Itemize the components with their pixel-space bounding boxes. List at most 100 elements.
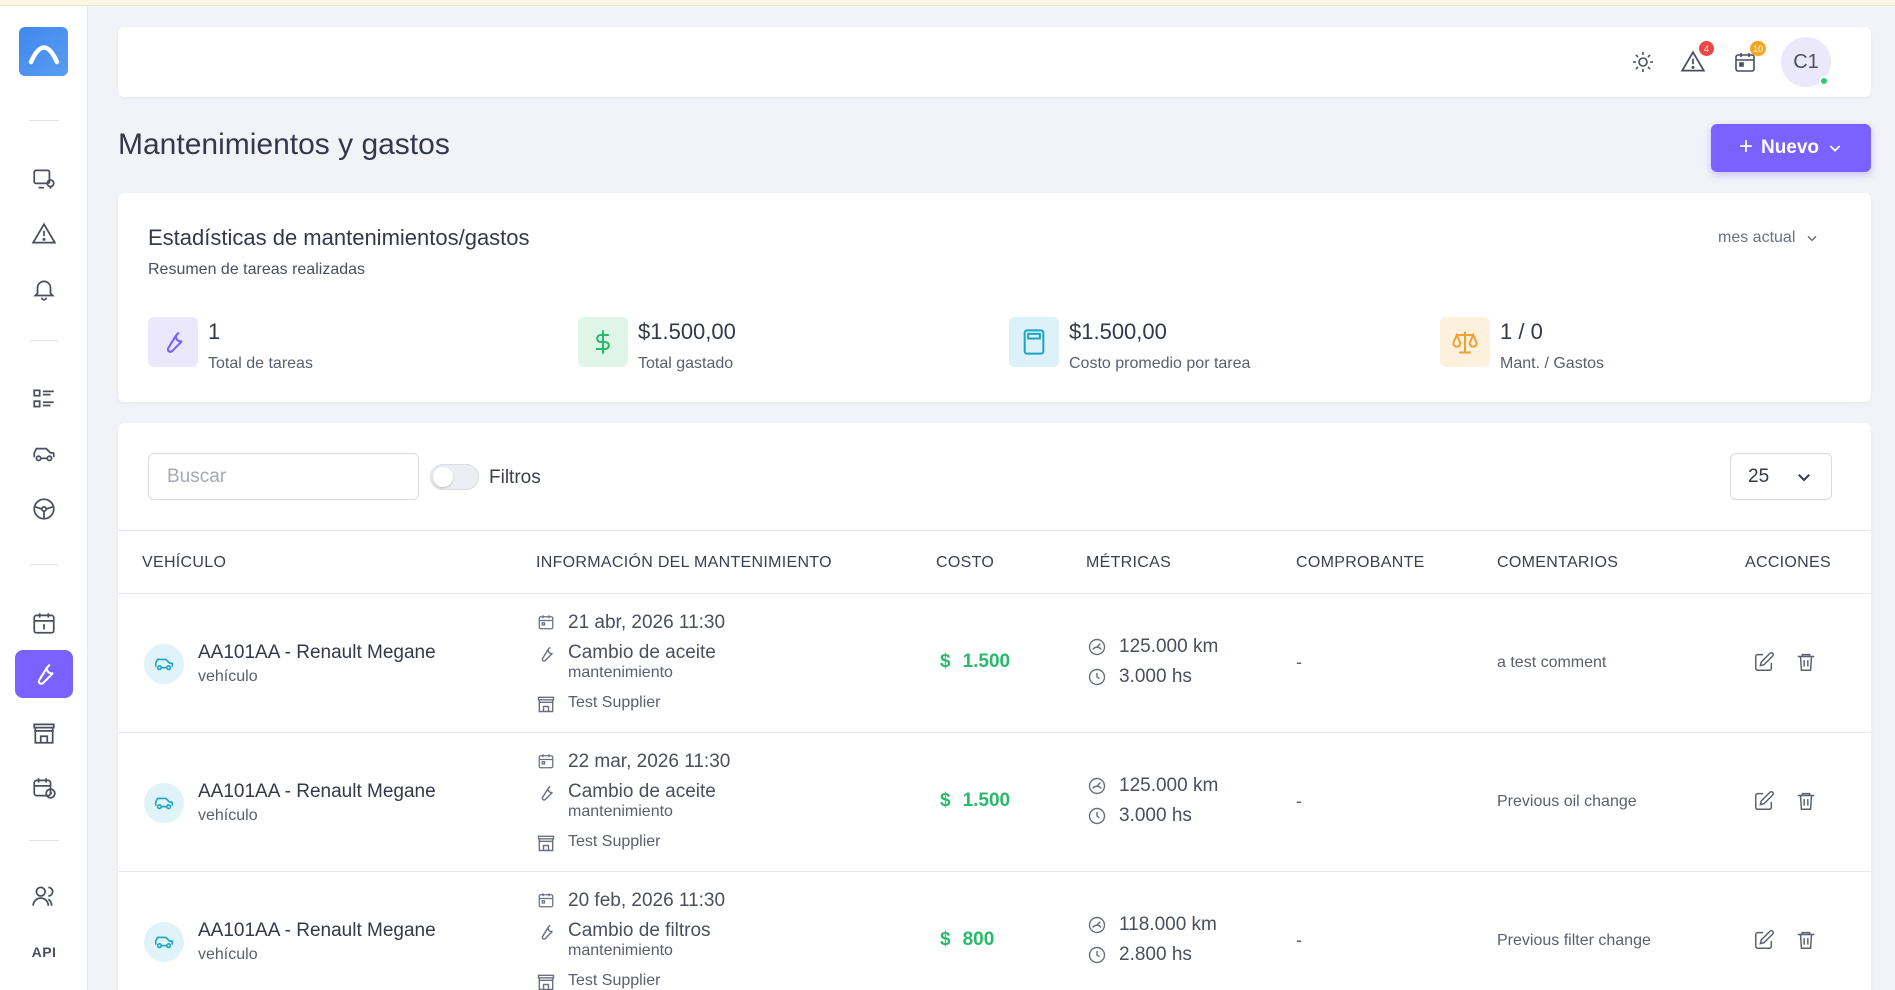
table-row: AA101AA - Renault Megane vehículo 20 feb, …	[118, 872, 1871, 990]
car-icon	[144, 783, 184, 823]
sidebar-item-notifications[interactable]	[15, 265, 73, 313]
edit-button[interactable]	[1751, 927, 1777, 953]
page-title: Mantenimientos y gastos	[118, 128, 450, 161]
sidebar-item-alerts[interactable]	[15, 210, 73, 258]
sidebar-item-users[interactable]	[15, 872, 73, 920]
app-logo[interactable]	[19, 27, 68, 76]
sidebar-item-calendar[interactable]	[15, 599, 73, 647]
odometer-icon	[1087, 776, 1107, 796]
col-metrics[interactable]: MÉTRICAS	[1086, 554, 1171, 572]
metric-km: 125.000 km	[1119, 775, 1219, 796]
sidebar-item-drivers[interactable]	[15, 485, 73, 533]
car-icon	[33, 447, 55, 462]
stats-card: Estadísticas de mantenimientos/gastos Re…	[118, 193, 1871, 402]
wrench-icon	[536, 783, 556, 803]
sidebar-item-vehicle-location[interactable]	[15, 155, 73, 203]
toggle-knob	[433, 467, 453, 487]
store-icon	[536, 833, 556, 853]
alerts-badge: 4	[1699, 41, 1714, 56]
wrench-icon	[536, 922, 556, 942]
chevron-down-icon	[1829, 145, 1841, 152]
sidebar-item-maintenance[interactable]	[15, 650, 73, 698]
metric-km: 118.000 km	[1119, 914, 1217, 935]
vehicle-name[interactable]: AA101AA - Renault Megane	[198, 920, 436, 942]
col-cost[interactable]: COSTO	[936, 554, 994, 572]
store-icon	[33, 723, 55, 744]
maintenance-category: mantenimiento	[568, 803, 673, 820]
sidebar-divider	[29, 340, 59, 341]
col-receipt[interactable]: COMPROBANTE	[1296, 554, 1425, 572]
col-comments[interactable]: COMENTARIOS	[1497, 554, 1618, 572]
vehicle-type: vehículo	[198, 946, 258, 963]
period-selector[interactable]: mes actual	[1718, 229, 1819, 247]
stat-label: Costo promedio por tarea	[1069, 355, 1251, 372]
theme-toggle-button[interactable]	[1628, 47, 1658, 77]
delete-button[interactable]	[1793, 788, 1819, 814]
clock-icon	[1087, 945, 1107, 965]
car-icon	[144, 644, 184, 684]
supplier-name: Test Supplier	[568, 833, 661, 850]
user-avatar[interactable]: C1	[1781, 37, 1831, 87]
table-row: AA101AA - Renault Megane vehículo 22 mar, …	[118, 733, 1871, 872]
filters-label: Filtros	[489, 467, 541, 488]
receipt-value: -	[1296, 652, 1302, 672]
delete-button[interactable]	[1793, 927, 1819, 953]
new-button-label: Nuevo	[1760, 137, 1820, 158]
calendar-icon	[536, 751, 556, 771]
steering-wheel-icon	[33, 498, 55, 520]
edit-icon	[1753, 651, 1775, 673]
calculator-icon	[1009, 317, 1059, 367]
search-input[interactable]	[148, 453, 419, 500]
maintenance-task: Cambio de filtros	[568, 920, 711, 941]
supplier-name: Test Supplier	[568, 972, 661, 989]
dollar-icon	[578, 317, 628, 367]
sidebar-item-list[interactable]	[15, 375, 73, 423]
maintenance-table-card: Filtros 25 VEHÍCULO INFORMACIÓN DEL MANT…	[118, 423, 1871, 990]
chevron-down-icon	[1798, 473, 1810, 481]
stat-label: Total de tareas	[208, 355, 313, 372]
edit-button[interactable]	[1751, 788, 1777, 814]
odometer-icon	[1087, 637, 1107, 657]
calendar-button[interactable]: 10	[1730, 41, 1766, 77]
sidebar-item-suppliers[interactable]	[15, 709, 73, 757]
page-size-value: 25	[1748, 465, 1770, 487]
stat-value: $1.500,00	[638, 319, 736, 344]
col-actions: ACCIONES	[1745, 554, 1831, 571]
metric-hours: 3.000 hs	[1119, 805, 1192, 826]
dollar-sign: $	[940, 790, 951, 811]
vehicle-name[interactable]: AA101AA - Renault Megane	[198, 781, 436, 803]
sidebar-divider	[29, 564, 59, 565]
receipt-value: -	[1296, 930, 1302, 950]
calendar-icon	[536, 612, 556, 632]
trash-icon	[1795, 929, 1817, 951]
maintenance-task: Cambio de aceite	[568, 642, 716, 663]
filters-toggle[interactable]	[430, 464, 479, 490]
store-icon	[536, 972, 556, 990]
vehicle-name[interactable]: AA101AA - Renault Megane	[198, 642, 436, 664]
comment-text: Previous oil change	[1497, 793, 1637, 810]
clock-icon	[1087, 667, 1107, 687]
col-vehicle[interactable]: VEHÍCULO	[142, 554, 226, 572]
dollar-sign: $	[940, 929, 951, 950]
receipt-value: -	[1296, 791, 1302, 811]
stat-avg-cost: $1.500,00 Costo promedio por tarea	[1009, 317, 1250, 373]
sun-icon	[1633, 52, 1653, 72]
sidebar-item-schedule[interactable]	[15, 764, 73, 812]
supplier-name: Test Supplier	[568, 694, 661, 711]
sidebar-item-vehicles[interactable]	[15, 430, 73, 478]
list-icon	[33, 389, 54, 408]
wrench-icon	[148, 317, 198, 367]
users-icon	[32, 886, 54, 906]
sidebar-item-api[interactable]: API	[15, 928, 73, 976]
alerts-button[interactable]: 4	[1678, 41, 1714, 77]
new-button[interactable]: + Nuevo	[1711, 124, 1871, 172]
delete-button[interactable]	[1793, 649, 1819, 675]
cost-value: $1.500	[940, 790, 1010, 812]
page-size-select[interactable]: 25	[1730, 453, 1832, 500]
calendar-icon	[536, 890, 556, 910]
comment-text: a test comment	[1497, 654, 1607, 671]
calendar-clock-icon	[33, 778, 56, 799]
edit-button[interactable]	[1751, 649, 1777, 675]
col-maintenance-info[interactable]: INFORMACIÓN DEL MANTENIMIENTO	[536, 554, 832, 572]
maintenance-task: Cambio de aceite	[568, 781, 716, 802]
